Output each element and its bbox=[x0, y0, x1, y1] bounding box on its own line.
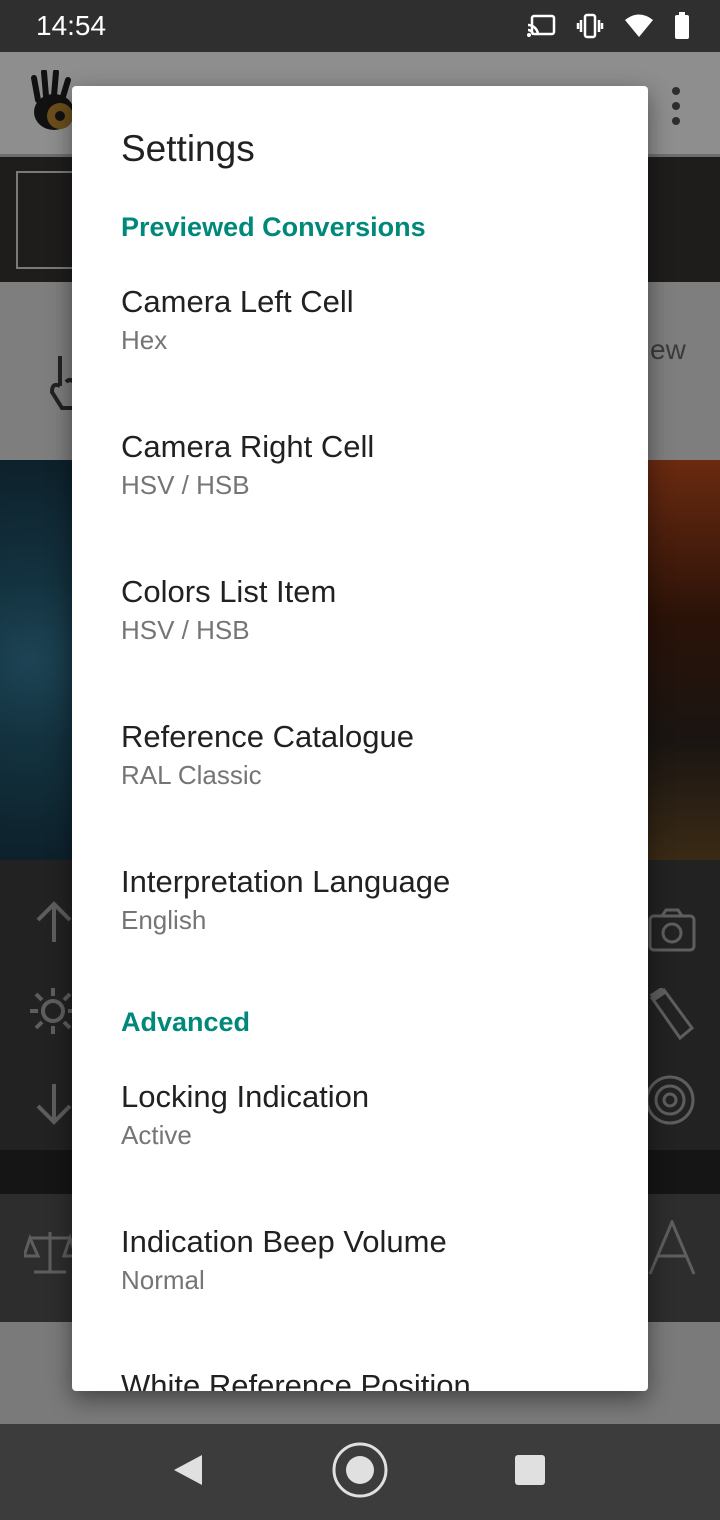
recents-button[interactable] bbox=[502, 1444, 558, 1500]
section-header-previewed-conversions: Previewed Conversions bbox=[121, 212, 426, 242]
home-icon bbox=[332, 1442, 388, 1503]
status-bar: 14:54 bbox=[0, 0, 720, 52]
vibrate-icon bbox=[576, 13, 604, 39]
pref-title: Indication Beep Volume bbox=[121, 1224, 447, 1259]
status-icons bbox=[526, 12, 690, 40]
target-icon bbox=[644, 1074, 696, 1131]
pref-title: Colors List Item bbox=[121, 574, 337, 609]
pref-white-reference-position[interactable]: White Reference Position bbox=[72, 1368, 648, 1391]
pref-indication-beep-volume[interactable]: Indication Beep Volume Normal bbox=[72, 1224, 648, 1354]
pref-title: Interpretation Language bbox=[121, 864, 451, 899]
pref-title: White Reference Position bbox=[121, 1368, 471, 1391]
pref-camera-right-cell[interactable]: Camera Right Cell HSV / HSB bbox=[72, 429, 648, 559]
home-button[interactable] bbox=[332, 1442, 388, 1503]
dialog-title: Settings bbox=[121, 128, 255, 169]
pref-title: Camera Left Cell bbox=[121, 284, 354, 319]
battery-icon bbox=[674, 12, 690, 40]
pref-title: Camera Right Cell bbox=[121, 429, 375, 464]
settings-dialog: Settings Previewed Conversions Camera Le… bbox=[72, 86, 648, 1391]
pref-interpretation-language[interactable]: Interpretation Language English bbox=[72, 864, 648, 994]
pref-summary: HSV / HSB bbox=[121, 615, 250, 645]
camera-switch-icon bbox=[648, 906, 696, 959]
status-time: 14:54 bbox=[36, 10, 107, 41]
section-header-advanced: Advanced bbox=[121, 1007, 251, 1037]
wifi-icon bbox=[624, 13, 654, 39]
pref-summary: Active bbox=[121, 1120, 192, 1150]
pref-title: Reference Catalogue bbox=[121, 719, 414, 754]
navigation-bar bbox=[0, 1424, 720, 1520]
partial-label: ew bbox=[650, 334, 686, 365]
back-icon bbox=[172, 1453, 204, 1492]
pref-reference-catalogue[interactable]: Reference Catalogue RAL Classic bbox=[72, 719, 648, 849]
pref-summary: Hex bbox=[121, 325, 168, 355]
pref-camera-left-cell[interactable]: Camera Left Cell Hex bbox=[72, 284, 648, 414]
arrow-up-icon bbox=[34, 900, 74, 949]
camera-preview-edge bbox=[648, 460, 720, 860]
pref-colors-list-item[interactable]: Colors List Item HSV / HSB bbox=[72, 574, 648, 704]
pref-summary: English bbox=[121, 905, 207, 935]
balance-scale-icon bbox=[21, 1230, 79, 1281]
flashlight-icon bbox=[648, 986, 696, 1049]
pref-locking-indication[interactable]: Locking Indication Active bbox=[72, 1079, 648, 1209]
arrow-down-icon bbox=[34, 1082, 74, 1131]
back-button[interactable] bbox=[160, 1444, 216, 1500]
cast-icon bbox=[526, 13, 556, 39]
pref-title: Locking Indication bbox=[121, 1079, 370, 1114]
brightness-icon bbox=[28, 986, 78, 1041]
recents-icon bbox=[514, 1454, 546, 1491]
pref-summary: RAL Classic bbox=[121, 760, 262, 790]
more-vert-icon bbox=[668, 86, 684, 126]
pref-summary: Normal bbox=[121, 1265, 205, 1295]
pref-summary: HSV / HSB bbox=[121, 470, 250, 500]
letter-a-icon bbox=[648, 1218, 696, 1281]
camera-left-cell bbox=[16, 171, 76, 269]
